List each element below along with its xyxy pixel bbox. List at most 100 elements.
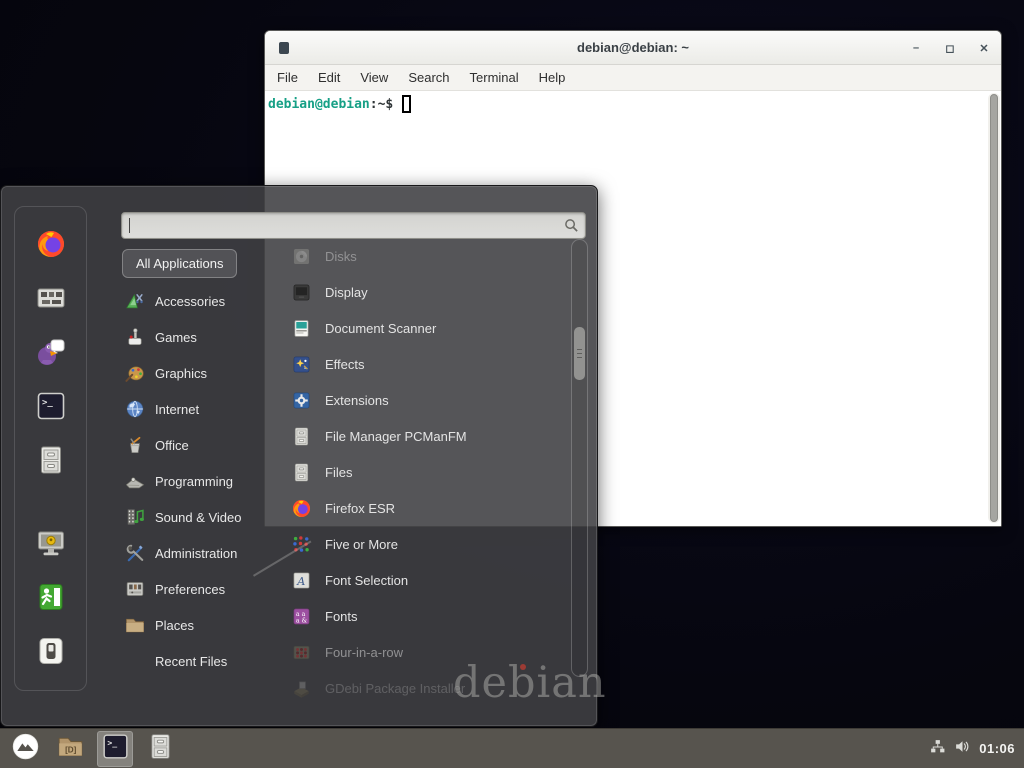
terminal-menu-help[interactable]: Help (539, 70, 566, 85)
menu-scrollbar-track[interactable] (571, 239, 588, 677)
tray-network-button[interactable] (928, 740, 946, 758)
category-sound-video[interactable]: Sound & Video (122, 499, 272, 535)
category-recent-files[interactable]: Recent Files (122, 643, 272, 679)
disks-icon (291, 246, 312, 267)
category-games[interactable]: Games (122, 319, 272, 355)
svg-text:>_: >_ (42, 398, 53, 408)
minimize-button[interactable]: – (909, 41, 923, 55)
terminal-scrollbar[interactable] (988, 93, 1000, 523)
app-item-firefox-esr[interactable]: Firefox ESR (269, 490, 565, 526)
menu-scrollbar-thumb[interactable] (574, 327, 585, 380)
terminal-titlebar[interactable]: debian@debian: ~ – ◻ ✕ (265, 31, 1001, 65)
pidgin-icon (35, 336, 67, 373)
app-item-file-manager-pcmanfm[interactable]: File Manager PCManFM (269, 418, 565, 454)
office-icon (124, 434, 146, 456)
category-label: Places (155, 618, 194, 633)
app-item-font-selection[interactable]: A Font Selection (269, 562, 565, 598)
effects-icon (291, 354, 312, 375)
network-icon (929, 738, 946, 760)
terminal-title: debian@debian: ~ (265, 40, 1001, 55)
favorite-shut-down-button[interactable] (34, 636, 68, 670)
packages-icon (35, 282, 67, 319)
graphics-icon (124, 362, 146, 384)
programming-icon (124, 470, 146, 492)
taskbar-terminal-button[interactable]: >_ (97, 731, 133, 767)
app-item-extensions[interactable]: Extensions (269, 382, 565, 418)
maximize-button[interactable]: ◻ (943, 41, 957, 55)
display-icon (291, 282, 312, 303)
app-item-four-in-a-row[interactable]: Four-in-a-row (269, 634, 565, 670)
volume-icon (954, 738, 971, 760)
category-label: Recent Files (155, 654, 227, 669)
taskbar-clock[interactable]: 01:06 (979, 741, 1015, 756)
app-item-document-scanner[interactable]: Document Scanner (269, 310, 565, 346)
terminal-menu-terminal[interactable]: Terminal (470, 70, 519, 85)
category-label: Programming (155, 474, 233, 489)
category-graphics[interactable]: Graphics (122, 355, 272, 391)
favorite-pidgin-button[interactable] (34, 337, 68, 371)
gdebi-icon (291, 678, 312, 699)
desktop[interactable]: debian@debian: ~ – ◻ ✕ File Edit View Searc… (0, 0, 1024, 768)
category-list: AccessoriesGamesGraphics Internet Office Pr… (122, 283, 272, 679)
category-preferences[interactable]: Preferences (122, 571, 272, 607)
app-item-label: Display (325, 285, 368, 300)
app-item-label: File Manager PCManFM (325, 429, 467, 444)
app-item-label: GDebi Package Installer (325, 681, 465, 696)
app-item-gdebi-package-installer[interactable]: GDebi Package Installer (269, 670, 565, 706)
terminal-menu-search[interactable]: Search (408, 70, 449, 85)
app-item-effects[interactable]: Effects (269, 346, 565, 382)
taskbar-file-cabinet-button[interactable] (142, 731, 178, 767)
app-item-label: Font Selection (325, 573, 408, 588)
lock-screen-icon (35, 527, 67, 564)
terminal-menu-file[interactable]: File (277, 70, 298, 85)
category-internet[interactable]: Internet (122, 391, 272, 427)
terminal-menu-edit[interactable]: Edit (318, 70, 340, 85)
app-item-label: Disks (325, 249, 357, 264)
all-applications-button[interactable]: All Applications (122, 249, 237, 278)
search-wrap (121, 212, 586, 239)
firefox-icon (291, 498, 312, 519)
sound-video-icon (124, 506, 146, 528)
favorite-packages-button[interactable] (34, 283, 68, 317)
category-administration[interactable]: Administration (122, 535, 272, 571)
app-item-label: Effects (325, 357, 365, 372)
app-item-label: Firefox ESR (325, 501, 395, 516)
terminal-scrollbar-thumb[interactable] (990, 94, 998, 522)
favorite-file-cabinet-button[interactable] (34, 445, 68, 479)
category-office[interactable]: Office (122, 427, 272, 463)
taskbar-menu-button[interactable] (7, 731, 43, 767)
search-input[interactable] (121, 212, 586, 239)
favorite-log-out-button[interactable] (34, 582, 68, 616)
file-cabinet-icon (35, 444, 67, 481)
favorite-lock-screen-button[interactable] (34, 528, 68, 562)
app-item-display[interactable]: Display (269, 274, 565, 310)
app-item-files[interactable]: Files (269, 454, 565, 490)
category-programming[interactable]: Programming (122, 463, 272, 499)
app-item-fonts[interactable]: a aa &Fonts (269, 598, 565, 634)
all-applications-label: All Applications (136, 256, 223, 271)
app-item-disks[interactable]: Disks (269, 238, 565, 274)
terminal-menubar: File Edit View Search Terminal Help (265, 65, 1001, 91)
favorite-firefox-button[interactable] (34, 229, 68, 263)
category-accessories[interactable]: Accessories (122, 283, 272, 319)
preferences-icon (124, 578, 146, 600)
close-button[interactable]: ✕ (977, 41, 991, 55)
app-item-label: Extensions (325, 393, 389, 408)
tray-icons (928, 740, 971, 758)
category-label: Office (155, 438, 189, 453)
svg-text:>_: >_ (107, 737, 117, 747)
shut-down-icon (35, 635, 67, 672)
category-label: Internet (155, 402, 199, 417)
app-item-five-or-more[interactable]: Five or More (269, 526, 565, 562)
administration-icon (124, 542, 146, 564)
svg-text:a &: a & (296, 617, 308, 624)
firefox-icon (35, 228, 67, 265)
taskbar-folder-d-button[interactable]: [D] (52, 731, 88, 767)
terminal-menu-view[interactable]: View (360, 70, 388, 85)
tray-volume-button[interactable] (953, 740, 971, 758)
favorite-terminal-button[interactable]: >_ (34, 391, 68, 425)
category-label: Sound & Video (155, 510, 242, 525)
category-label: Preferences (155, 582, 225, 597)
category-places[interactable]: Places (122, 607, 272, 643)
svg-text:A: A (296, 575, 305, 588)
